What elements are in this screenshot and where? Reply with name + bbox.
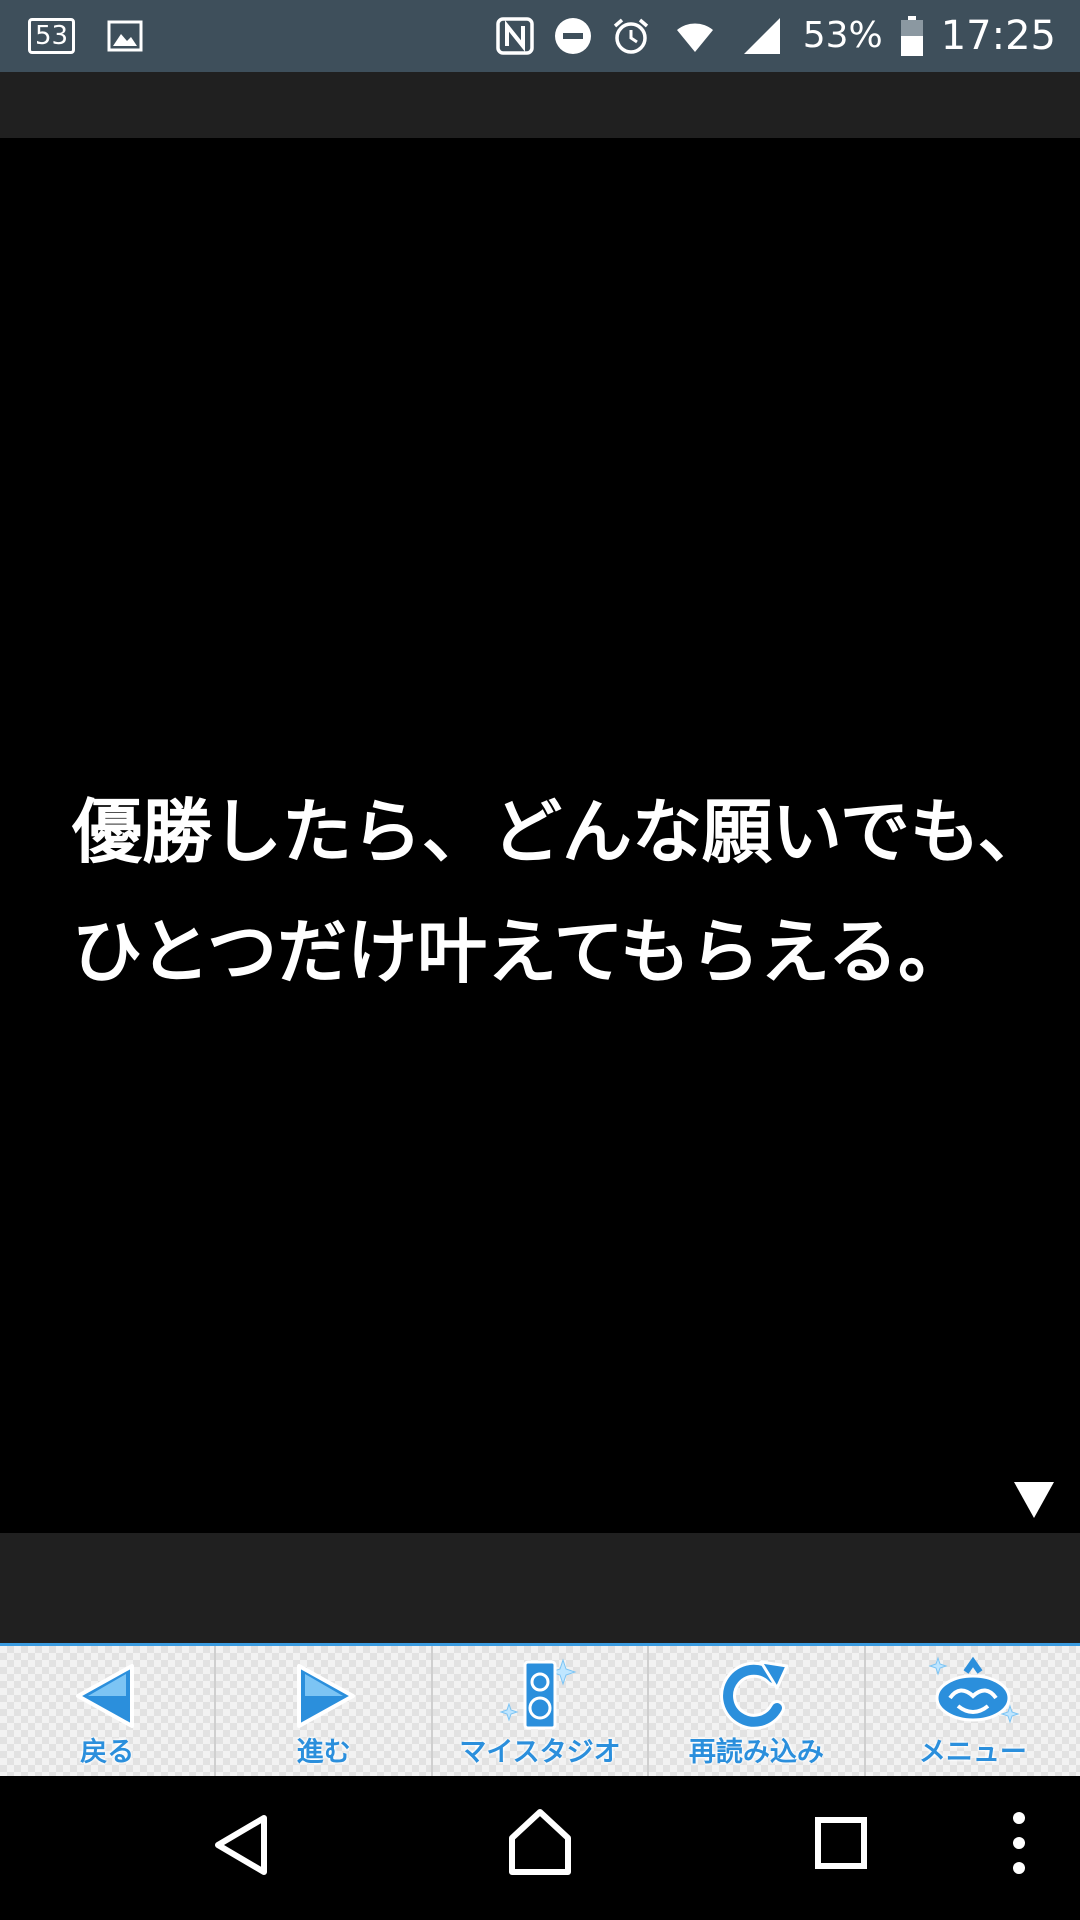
my-studio-button[interactable]: マイスタジオ	[432, 1646, 650, 1776]
story-line: ひとつだけ叶えてもらえる。	[72, 911, 968, 993]
menu-button-label: メニュー	[918, 1737, 1027, 1768]
back-button-label: 戻る	[80, 1737, 135, 1768]
forward-button-label: 進む	[296, 1737, 351, 1768]
signal-icon	[743, 18, 780, 54]
do-not-disturb-icon	[554, 18, 591, 54]
menu-logo-icon	[928, 1656, 1020, 1724]
status-bar: 53 53% 17:25	[0, 0, 1080, 72]
menu-button[interactable]: メニュー	[865, 1646, 1080, 1776]
battery-icon	[900, 16, 923, 56]
back-button[interactable]: 戻る	[0, 1646, 217, 1776]
story-line: 優勝したら、どんな願いでも、	[72, 791, 1048, 873]
home-icon[interactable]	[506, 1808, 574, 1876]
alarm-icon	[613, 18, 648, 54]
gallery-icon	[107, 20, 143, 52]
status-bar-right: 53% 17:25	[495, 10, 1056, 62]
speaker-icon	[499, 1658, 577, 1730]
recents-icon[interactable]	[814, 1816, 868, 1870]
reload-button[interactable]: 再読み込み	[649, 1646, 866, 1776]
navigation-bar	[0, 1776, 1080, 1920]
notification-count-icon: 53	[28, 18, 76, 54]
story-text: 優勝したら、どんな願いでも、 ひとつだけ叶えてもらえる。	[72, 772, 1048, 1012]
top-letterbox-bar	[0, 72, 1080, 138]
more-icon[interactable]	[1004, 1810, 1034, 1876]
nfc-icon	[495, 17, 534, 55]
battery-percent: 53%	[802, 15, 883, 56]
bottom-letterbox-bar	[0, 1533, 1080, 1643]
wifi-icon	[676, 23, 713, 52]
arrow-left-icon	[76, 1664, 135, 1728]
status-bar-left: 53	[28, 14, 145, 58]
triangle-down-icon[interactable]	[1012, 1480, 1056, 1520]
my-studio-button-label: マイスタジオ	[459, 1737, 621, 1768]
reload-icon	[720, 1660, 789, 1730]
reload-button-label: 再読み込み	[688, 1737, 824, 1768]
forward-button[interactable]: 進む	[216, 1646, 433, 1776]
game-toolbar: 戻る 進む マイスタジオ 再読み込み メニュー	[0, 1643, 1080, 1776]
arrow-right-icon	[296, 1664, 355, 1728]
clock-time: 17:25	[940, 13, 1056, 59]
back-icon[interactable]	[212, 1814, 272, 1876]
